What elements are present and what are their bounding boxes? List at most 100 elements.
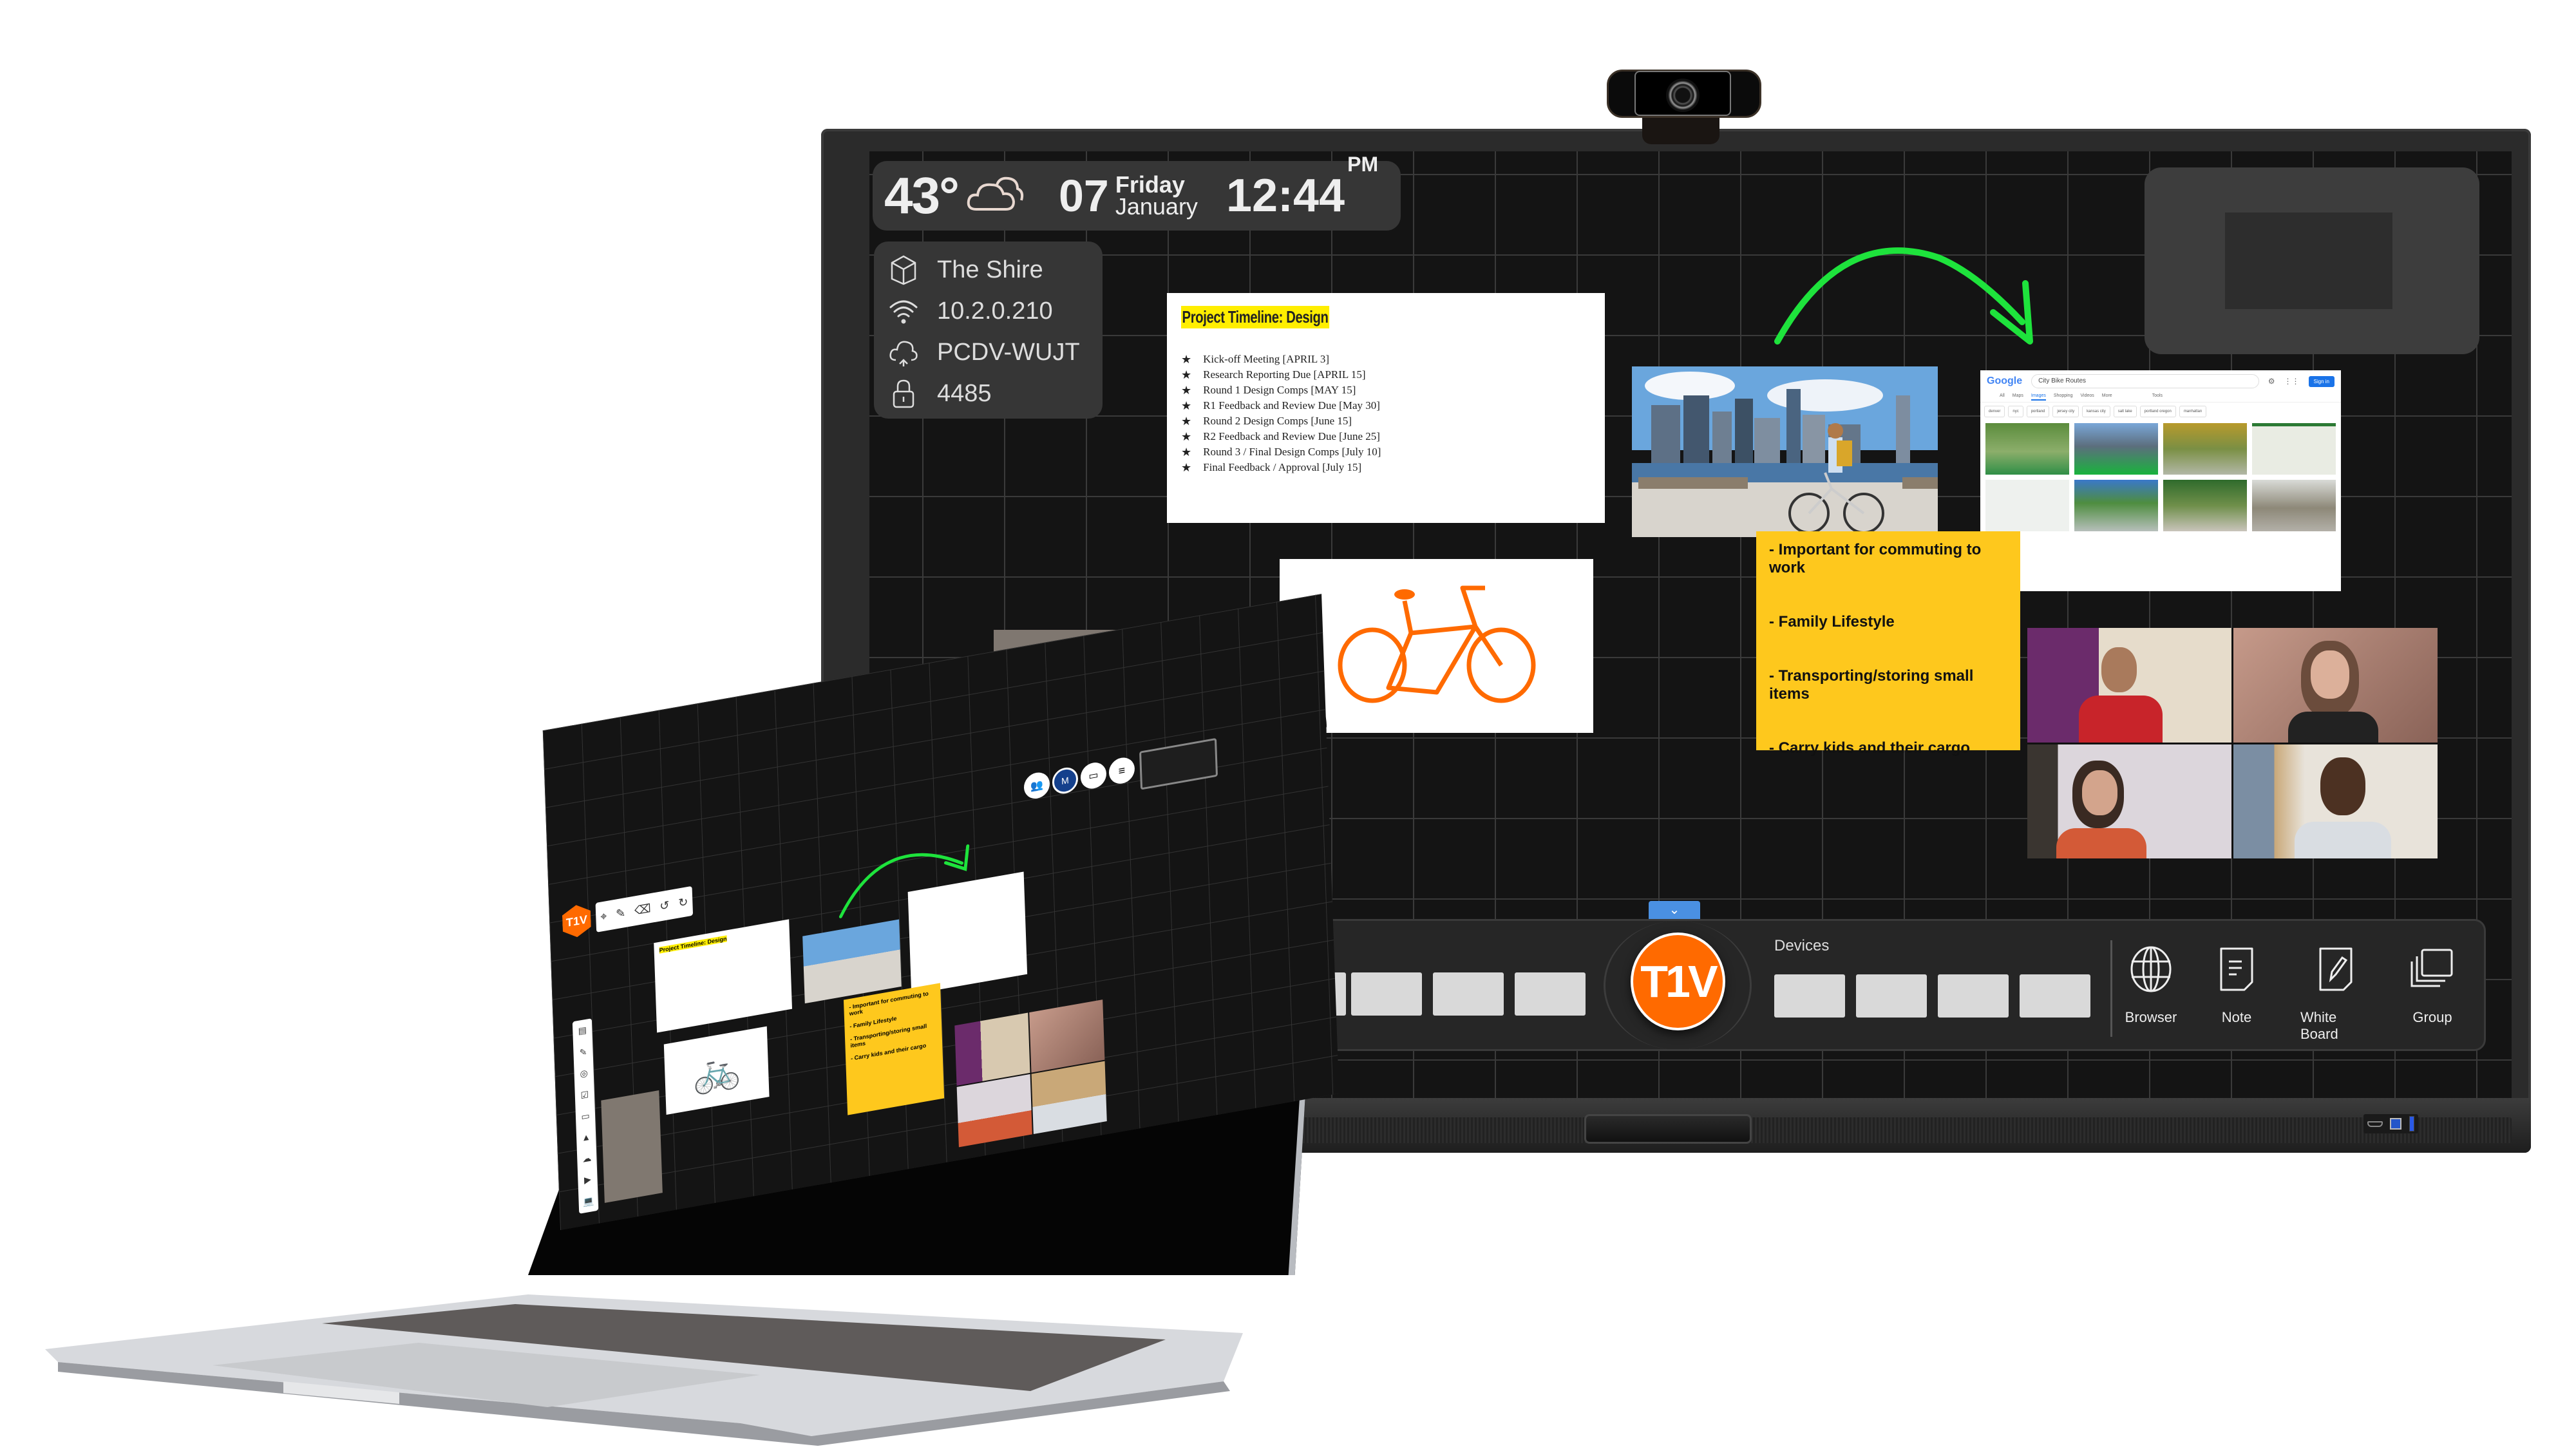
sign-in-button[interactable]: Sign in xyxy=(2308,375,2334,387)
tab-videos[interactable]: Videos xyxy=(2080,393,2094,401)
browser-window[interactable]: Google City Bike Routes ⚙ ⋮⋮ Sign in All… xyxy=(1980,370,2341,591)
image-result[interactable] xyxy=(1985,480,2069,531)
chip[interactable]: nyc xyxy=(2008,406,2023,417)
note-button[interactable]: Note xyxy=(2201,943,2272,1026)
chip[interactable]: portland xyxy=(2026,406,2050,417)
image-result[interactable] xyxy=(2252,480,2336,531)
image-result[interactable] xyxy=(1985,423,2069,475)
note-icon[interactable]: ▤ xyxy=(578,1025,587,1037)
laptop-icon[interactable]: 💻 xyxy=(583,1195,594,1208)
laptop-video-grid[interactable] xyxy=(954,999,1107,1148)
pen-icon[interactable]: ✎ xyxy=(616,905,626,921)
google-drive-icon[interactable]: ▲ xyxy=(582,1132,591,1143)
device-tile[interactable] xyxy=(2020,974,2090,1018)
laptop-sticky-note[interactable]: - Important for commuting to work - Fami… xyxy=(843,983,945,1115)
t1v-logo-button[interactable]: T1V xyxy=(1631,933,1725,1030)
sticky-note[interactable]: - Important for commuting to work - Fami… xyxy=(1756,531,2020,757)
participant-body xyxy=(2056,828,2146,858)
tab-more[interactable]: More xyxy=(2102,393,2112,401)
laptop-bicycle-card[interactable]: 🚲 xyxy=(663,1026,770,1115)
minimap-viewport[interactable] xyxy=(2225,213,2392,309)
menu-icon[interactable]: ≡ xyxy=(1108,755,1135,786)
source-tile[interactable] xyxy=(1351,972,1422,1016)
checklist-icon[interactable]: ☑ xyxy=(580,1089,589,1101)
chip[interactable]: kansas city xyxy=(2082,406,2110,417)
image-result[interactable] xyxy=(2163,480,2247,531)
time-ampm: PM xyxy=(1347,153,1379,176)
room-info-card: The Shire 10.2.0.210 PCDV-WUJT 4485 xyxy=(874,242,1103,419)
participant-video[interactable] xyxy=(2027,744,2231,858)
chip[interactable]: salt lake xyxy=(2113,406,2137,417)
scene: 43° 07 Friday January 12:44PM The Shire … xyxy=(0,0,2576,1449)
laptop-skyline-photo[interactable] xyxy=(802,919,902,1004)
timeline-item-text: Round 1 Design Comps [MAY 15] xyxy=(1203,384,1356,396)
globe-icon[interactable]: ◎ xyxy=(580,1067,588,1079)
chip[interactable]: jersey city xyxy=(2052,406,2079,417)
chip[interactable]: denver xyxy=(1984,406,2005,417)
cyclist-skyline-photo[interactable] xyxy=(1632,366,1938,537)
participant-video[interactable] xyxy=(2233,744,2438,858)
redo-icon[interactable]: ↻ xyxy=(678,895,688,910)
participant-video[interactable] xyxy=(956,1074,1032,1148)
whiteboard-icon[interactable]: ✎ xyxy=(579,1046,587,1058)
green-arrow-annotation[interactable] xyxy=(1765,245,2087,361)
image-result[interactable] xyxy=(2252,423,2336,475)
participant-video[interactable] xyxy=(954,1012,1030,1086)
onedrive-icon[interactable]: ☁ xyxy=(582,1152,592,1164)
undo-icon[interactable]: ↺ xyxy=(659,898,670,914)
cast-screen-icon[interactable]: ▭ xyxy=(1080,760,1107,791)
folder-icon[interactable]: ▭ xyxy=(581,1110,590,1122)
participant-video[interactable] xyxy=(2027,628,2231,743)
laptop-bike-photo[interactable] xyxy=(601,1090,663,1203)
participants-icon[interactable]: 👥 xyxy=(1023,770,1050,801)
group-button[interactable]: Group xyxy=(2397,943,2468,1026)
youtube-icon[interactable]: ▶ xyxy=(584,1174,591,1186)
source-tile[interactable] xyxy=(1433,972,1504,1016)
source-tile[interactable] xyxy=(1515,972,1586,1016)
month: January xyxy=(1115,193,1198,220)
search-input[interactable]: City Bike Routes xyxy=(2031,374,2259,388)
whiteboard-button[interactable]: White Board xyxy=(2300,943,2371,1043)
device-tile[interactable] xyxy=(1774,974,1845,1018)
usb-b-port-icon xyxy=(2390,1118,2402,1130)
settings-icon[interactable]: ⚙ xyxy=(2268,377,2275,386)
timeline-item-text: Kick-off Meeting [APRIL 3] xyxy=(1203,353,1330,365)
star-bullet-icon: ★ xyxy=(1181,368,1192,381)
pin-row: 4485 xyxy=(888,373,1088,414)
sticky-line: - Family Lifestyle xyxy=(1769,613,1895,630)
project-timeline-document[interactable]: Project Timeline: Design ★ Kick-off Meeti… xyxy=(1167,293,1605,523)
pen-tray[interactable] xyxy=(1584,1114,1752,1144)
dock-toggle-button[interactable]: ⌄ xyxy=(1649,901,1700,919)
eraser-icon[interactable]: ⌫ xyxy=(634,902,651,918)
tab-shopping[interactable]: Shopping xyxy=(2054,393,2073,401)
video-conference-grid[interactable] xyxy=(2027,628,2438,858)
tab-images[interactable]: Images xyxy=(2031,393,2046,401)
device-tile[interactable] xyxy=(1938,974,2009,1018)
browser-button[interactable]: Browser xyxy=(2116,943,2186,1026)
participant-video[interactable] xyxy=(1029,999,1105,1073)
group-label: Group xyxy=(2412,1009,2452,1025)
wifi-icon xyxy=(889,300,918,324)
timeline-item-text: Research Reporting Due [APRIL 15] xyxy=(1203,368,1366,381)
chip[interactable]: portland oregon xyxy=(2139,406,2176,417)
tools-button[interactable]: Tools xyxy=(2152,393,2163,401)
image-result[interactable] xyxy=(2074,480,2158,531)
apps-grid-icon[interactable]: ⋮⋮ xyxy=(2284,377,2300,386)
image-result[interactable] xyxy=(2163,423,2247,475)
laptop-document-title: Project Timeline: Design xyxy=(659,935,727,954)
laptop-t1v-logo[interactable]: T1V xyxy=(562,903,592,940)
chip[interactable]: manhattan xyxy=(2179,406,2207,417)
user-avatar[interactable]: M xyxy=(1052,765,1079,796)
laptop-document-thumbnail[interactable]: Project Timeline: Design xyxy=(654,919,793,1033)
image-result[interactable] xyxy=(2074,423,2158,475)
tab-all[interactable]: All xyxy=(2000,393,2005,401)
participant-video[interactable] xyxy=(1031,1061,1107,1135)
participant-video[interactable] xyxy=(2233,628,2438,743)
laptop-toolbar: ⌖ ✎ ⌫ ↺ ↻ xyxy=(595,886,694,933)
room-cube-icon xyxy=(891,255,916,285)
timeline-list: ★ Kick-off Meeting [APRIL 3] ★ Research Re… xyxy=(1181,352,1591,475)
select-icon[interactable]: ⌖ xyxy=(600,909,607,924)
device-tile[interactable] xyxy=(1856,974,1927,1018)
laptop-minimap[interactable] xyxy=(1139,737,1218,790)
tab-maps[interactable]: Maps xyxy=(2012,393,2023,401)
